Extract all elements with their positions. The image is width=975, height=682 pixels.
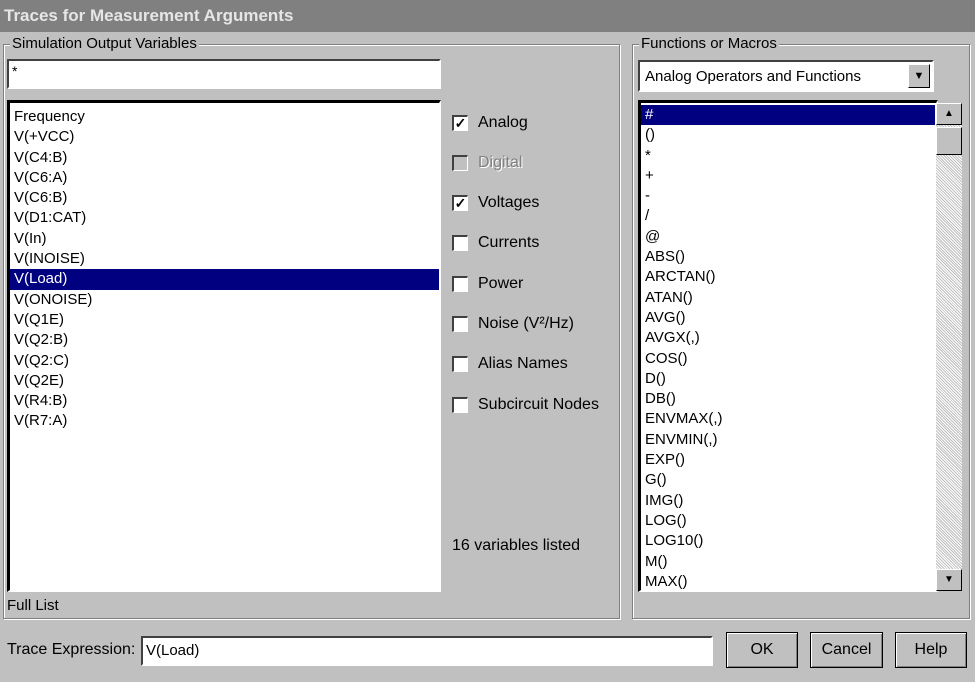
subcircuit-nodes-check-box[interactable] (452, 397, 468, 413)
function-list-item[interactable]: - (641, 186, 935, 206)
function-list-item[interactable]: DB() (641, 389, 935, 409)
filter-input[interactable]: * (7, 59, 441, 89)
subcircuit-nodes-label: Subcircuit Nodes (478, 396, 599, 413)
scroll-down-icon[interactable]: ▼ (936, 569, 962, 591)
function-list-item[interactable]: () (641, 125, 935, 145)
variable-list-item[interactable]: V(Q1E) (10, 310, 439, 330)
analog-checkbox[interactable]: ✓ Analog (452, 111, 528, 135)
variable-list-item[interactable]: V(R4:B) (10, 391, 439, 411)
digital-check-box (452, 155, 468, 171)
digital-label: Digital (478, 154, 523, 171)
currents-check-box[interactable] (452, 235, 468, 251)
ok-button[interactable]: OK (726, 632, 798, 668)
analog-label: Analog (478, 114, 528, 131)
chevron-down-icon[interactable]: ▼ (908, 64, 930, 88)
voltages-label: Voltages (478, 194, 540, 211)
noise-label: Noise (V²/Hz) (478, 315, 575, 332)
functions-legend: Functions or Macros (639, 35, 779, 53)
variable-list-item[interactable]: V(R7:A) (10, 411, 439, 431)
function-list-item[interactable]: ENVMIN(,) (641, 430, 935, 450)
window-title: Traces for Measurement Arguments (0, 0, 975, 32)
variable-list-item[interactable]: V(ONOISE) (10, 290, 439, 310)
function-list-item[interactable]: @ (641, 227, 935, 247)
output-variables-list[interactable]: Frequency V(+VCC) V(C4:B) V(C6:A) V(C6:B) V(D… (7, 100, 441, 592)
currents-label: Currents (478, 234, 540, 251)
analog-check-box[interactable]: ✓ (452, 115, 468, 131)
variable-list-item[interactable]: V(INOISE) (10, 249, 439, 269)
function-list-item[interactable]: ATAN() (641, 288, 935, 308)
functions-list[interactable]: #() * + - / @ ABS() ARCTAN() ATAN() AVG() AVGX(,) C… (638, 100, 938, 592)
function-list-item[interactable]: LOG10() (641, 531, 935, 551)
subcircuit-nodes-checkbox[interactable]: Subcircuit Nodes (452, 393, 599, 417)
function-list-item[interactable]: ENVMAX(,) (641, 409, 935, 429)
functions-scrollbar[interactable]: ▲ ▼ (936, 103, 962, 591)
trace-expression-label: Trace Expression: (7, 641, 135, 659)
cancel-button[interactable]: Cancel (810, 632, 883, 668)
variables-count: 16 variables listed (452, 537, 581, 554)
power-label: Power (478, 275, 524, 292)
function-list-item[interactable]: ABS() (641, 247, 935, 267)
variable-list-item[interactable]: V(C4:B) (10, 148, 439, 168)
variable-list-item[interactable]: Frequency (10, 107, 439, 127)
variable-list-item[interactable]: V(Q2:B) (10, 330, 439, 350)
variable-list-item[interactable]: V(C6:B) (10, 188, 439, 208)
scroll-thumb[interactable] (936, 127, 962, 155)
variable-list-item[interactable]: V(Load) (10, 269, 439, 290)
variable-list-item[interactable]: V(+VCC) (10, 127, 439, 147)
function-list-item[interactable]: COS() (641, 349, 935, 369)
power-checkbox[interactable]: Power (452, 272, 523, 296)
function-list-item[interactable]: AVG() (641, 308, 935, 328)
function-list-item[interactable]: LOG() (641, 511, 935, 531)
function-list-item[interactable]: AVGX(,) (641, 328, 935, 348)
noise-checkbox[interactable]: Noise (V²/Hz) (452, 312, 574, 336)
function-list-item[interactable]: G() (641, 470, 935, 490)
output-variables-legend: Simulation Output Variables (10, 35, 199, 53)
variable-list-item[interactable]: V(In) (10, 229, 439, 249)
function-list-item[interactable]: ARCTAN() (641, 267, 935, 287)
function-list-item[interactable]: MAX() (641, 572, 935, 590)
trace-expression-value: V(Load) (146, 642, 200, 659)
function-category-value: Analog Operators and Functions (645, 68, 861, 85)
function-list-item[interactable]: # (641, 105, 935, 126)
function-category-select[interactable]: Analog Operators and Functions ▼ (638, 60, 934, 92)
alias-names-checkbox[interactable]: Alias Names (452, 352, 568, 376)
noise-check-box[interactable] (452, 316, 468, 332)
variable-list-item[interactable]: V(D1:CAT) (10, 208, 439, 228)
power-check-box[interactable] (452, 276, 468, 292)
voltages-check-box[interactable]: ✓ (452, 195, 468, 211)
currents-checkbox[interactable]: Currents (452, 231, 539, 255)
trace-expression-input[interactable]: V(Load) (141, 636, 713, 666)
full-list-label: Full List (7, 597, 59, 614)
variable-list-item[interactable]: V(Q2:C) (10, 351, 439, 371)
alias-names-label: Alias Names (478, 355, 568, 372)
function-list-item[interactable]: EXP() (641, 450, 935, 470)
voltages-checkbox[interactable]: ✓ Voltages (452, 191, 539, 215)
variable-list-item[interactable]: V(C6:A) (10, 168, 439, 188)
filter-input-value: * (12, 63, 18, 79)
scroll-up-icon[interactable]: ▲ (936, 103, 962, 125)
trace-expression-label-text: Trace Expression: (7, 641, 136, 658)
function-list-item[interactable]: IMG() (641, 491, 935, 511)
function-list-item[interactable]: M() (641, 552, 935, 572)
variable-list-item[interactable]: V(Q2E) (10, 371, 439, 391)
function-list-item[interactable]: * (641, 146, 935, 166)
function-list-item[interactable]: + (641, 166, 935, 186)
digital-checkbox: Digital (452, 151, 522, 175)
function-list-item[interactable]: D() (641, 369, 935, 389)
function-list-item[interactable]: / (641, 206, 935, 226)
alias-names-check-box[interactable] (452, 356, 468, 372)
help-button[interactable]: Help (895, 632, 967, 668)
